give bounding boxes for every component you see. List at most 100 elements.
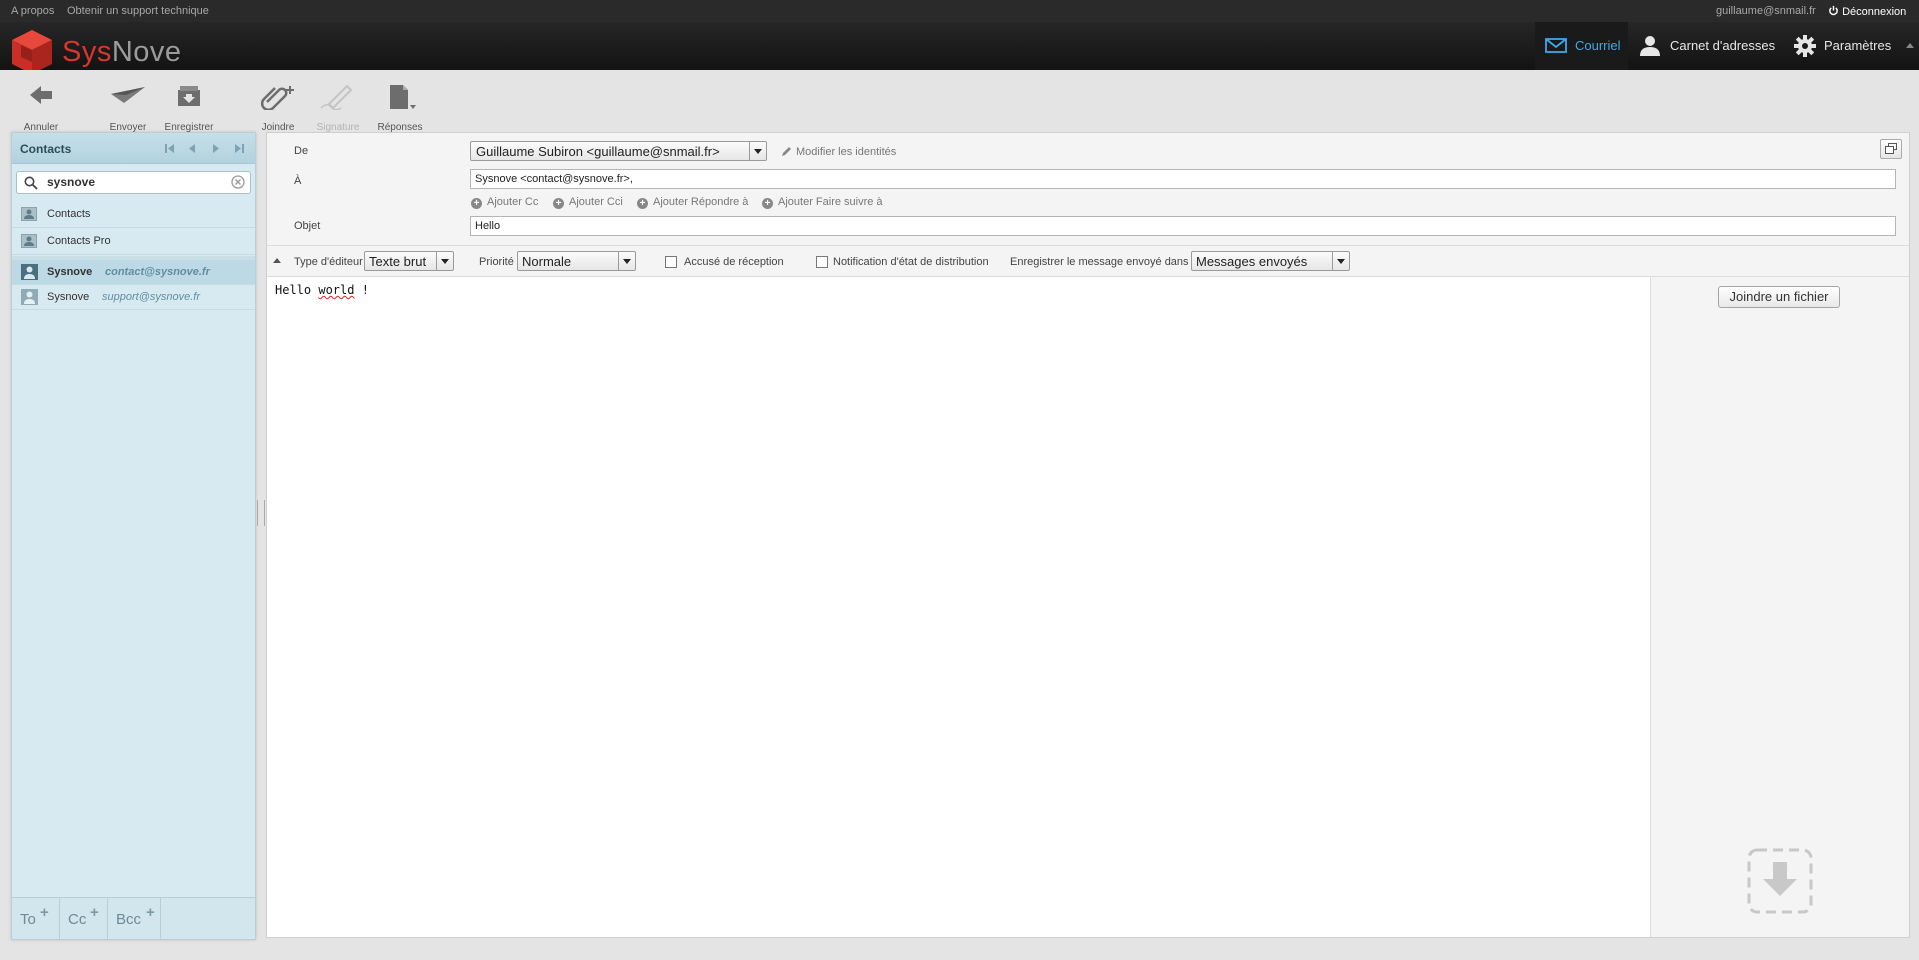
panel-splitter[interactable]	[257, 500, 265, 526]
recipient-buttons-bar: To + Cc + Bcc +	[12, 897, 255, 939]
plus-circle-icon: +	[762, 198, 773, 209]
add-followup-link[interactable]: + Ajouter Faire suivre à	[762, 196, 883, 209]
contact-icon	[21, 289, 38, 305]
add-to-button[interactable]: To +	[12, 898, 60, 939]
to-field[interactable]: Sysnove <contact@sysnove.fr>,	[470, 169, 1896, 189]
chevron-down-icon	[749, 142, 766, 160]
app-header: SysNove Courriel Carnet d'adresses Param…	[0, 22, 1919, 74]
logout-link[interactable]: Déconnexion	[1828, 5, 1906, 18]
cancel-button[interactable]: Annuler	[16, 82, 66, 133]
add-bcc-recipient-label: Bcc	[116, 911, 142, 928]
contact-email: contact@sysnove.fr	[105, 266, 210, 278]
tab-settings[interactable]: Paramètres	[1786, 22, 1906, 70]
gear-icon	[1794, 35, 1816, 57]
body-text-misspelled: world	[318, 283, 355, 297]
tab-mail-label: Courriel	[1575, 38, 1621, 53]
contact-result-row[interactable]: Sysnove support@sysnove.fr	[12, 285, 255, 310]
menu-toggle-icon[interactable]	[1906, 43, 1914, 48]
add-cc-recipient-label: Cc	[68, 911, 87, 928]
attach-toolbar-button[interactable]: Joindre	[254, 82, 302, 133]
restore-button[interactable]	[1880, 139, 1902, 159]
addressbook-item[interactable]: Contacts	[12, 201, 255, 228]
attach-file-button[interactable]: Joindre un fichier	[1718, 286, 1840, 308]
from-label: De	[294, 145, 309, 157]
contact-search-box	[16, 171, 251, 194]
power-icon	[1829, 5, 1838, 16]
priority-select[interactable]: Normale	[517, 251, 636, 271]
signature-button[interactable]: Signature	[313, 82, 363, 133]
responses-button[interactable]: Réponses	[374, 82, 426, 133]
tab-mail[interactable]: Courriel	[1535, 22, 1628, 70]
editor-type-value: Texte brut	[369, 254, 427, 269]
add-bcc-link[interactable]: + Ajouter Cci	[553, 196, 623, 209]
save-in-value: Messages envoyés	[1196, 254, 1308, 269]
addressbook-icon	[21, 207, 37, 221]
body-text-before: Hello	[275, 283, 319, 297]
chevron-down-icon	[618, 252, 635, 270]
subject-value: Hello	[475, 220, 501, 232]
paperclip-icon	[260, 86, 294, 110]
contact-icon	[21, 264, 38, 280]
to-label: À	[294, 175, 302, 187]
contact-search-input[interactable]	[47, 174, 222, 190]
about-link[interactable]: A propos	[11, 5, 54, 17]
save-button[interactable]: Enregistrer	[163, 82, 215, 133]
user-email: guillaume@snmail.fr	[1716, 5, 1816, 17]
next-page-icon[interactable]	[212, 144, 220, 153]
save-box-icon	[178, 86, 200, 106]
drop-icon[interactable]	[1747, 848, 1813, 914]
document-icon	[390, 85, 416, 109]
clear-icon[interactable]	[231, 175, 245, 189]
contacts-header: Contacts	[12, 133, 255, 164]
editor-type-label: Type d'éditeur	[294, 256, 363, 268]
support-link[interactable]: Obtenir un support technique	[67, 5, 209, 17]
send-button[interactable]: Envoyer	[103, 82, 153, 133]
plus-circle-icon: +	[553, 198, 564, 209]
dsn-checkbox[interactable]	[816, 256, 828, 268]
logout-label: Déconnexion	[1842, 6, 1907, 18]
editor-type-select[interactable]: Texte brut	[364, 251, 454, 271]
receipt-checkbox[interactable]	[665, 256, 677, 268]
addressbook-item[interactable]: Contacts Pro	[12, 228, 255, 255]
logo	[10, 28, 54, 76]
compose-headers: De Guillaume Subiron <guillaume@snmail.f…	[267, 133, 1909, 246]
add-cc-link[interactable]: + Ajouter Cc	[471, 196, 538, 209]
brand-part1: Sys	[62, 36, 112, 68]
add-cc-recipient-button[interactable]: Cc +	[60, 898, 108, 939]
add-cc-label: Ajouter Cc	[487, 196, 539, 208]
add-bcc-label: Ajouter Cci	[569, 196, 623, 208]
compose-toolbar: Annuler Envoyer Enregistrer Joindre Sign…	[0, 70, 1919, 133]
plus-icon: +	[40, 904, 49, 921]
first-page-icon[interactable]	[165, 144, 175, 153]
save-in-select[interactable]: Messages envoyés	[1191, 251, 1350, 271]
plus-icon: +	[90, 904, 99, 921]
compose-options-bar: Type d'éditeur Texte brut Priorité Norma…	[267, 246, 1909, 277]
priority-value: Normale	[522, 254, 572, 269]
chevron-down-icon	[436, 252, 453, 270]
from-select[interactable]: Guillaume Subiron <guillaume@snmail.fr>	[470, 141, 767, 161]
add-bcc-recipient-button[interactable]: Bcc +	[108, 898, 161, 939]
subject-label: Objet	[294, 220, 321, 232]
compose-panel: De Guillaume Subiron <guillaume@snmail.f…	[266, 132, 1910, 938]
message-body-editor[interactable]: Hello world !	[267, 277, 1651, 937]
person-icon	[1640, 36, 1660, 56]
add-followup-label: Ajouter Faire suivre à	[778, 196, 883, 208]
contact-result-row[interactable]: Sysnove contact@sysnove.fr	[12, 260, 255, 285]
tab-addressbook[interactable]: Carnet d'adresses	[1630, 22, 1780, 70]
message-body-text: Hello world !	[275, 283, 369, 297]
edit-identities-link[interactable]: Modifier les identités	[781, 145, 896, 158]
restore-icon	[1885, 143, 1897, 154]
add-reply-to-link[interactable]: + Ajouter Répondre à	[637, 196, 748, 209]
last-page-icon[interactable]	[234, 144, 244, 153]
chevron-down-icon	[1332, 252, 1349, 270]
add-reply-to-label: Ajouter Répondre à	[653, 196, 749, 208]
tab-addressbook-label: Carnet d'adresses	[1670, 38, 1776, 53]
contacts-title: Contacts	[20, 142, 72, 156]
subject-field[interactable]: Hello	[470, 216, 1896, 236]
contact-name: Sysnove	[47, 291, 90, 303]
collapse-options-icon[interactable]	[273, 258, 281, 263]
brand-name: SysNove	[62, 36, 182, 69]
receipt-label: Accusé de réception	[684, 256, 784, 268]
previous-page-icon[interactable]	[188, 144, 196, 153]
dsn-label: Notification d'état de distribution	[833, 256, 989, 268]
